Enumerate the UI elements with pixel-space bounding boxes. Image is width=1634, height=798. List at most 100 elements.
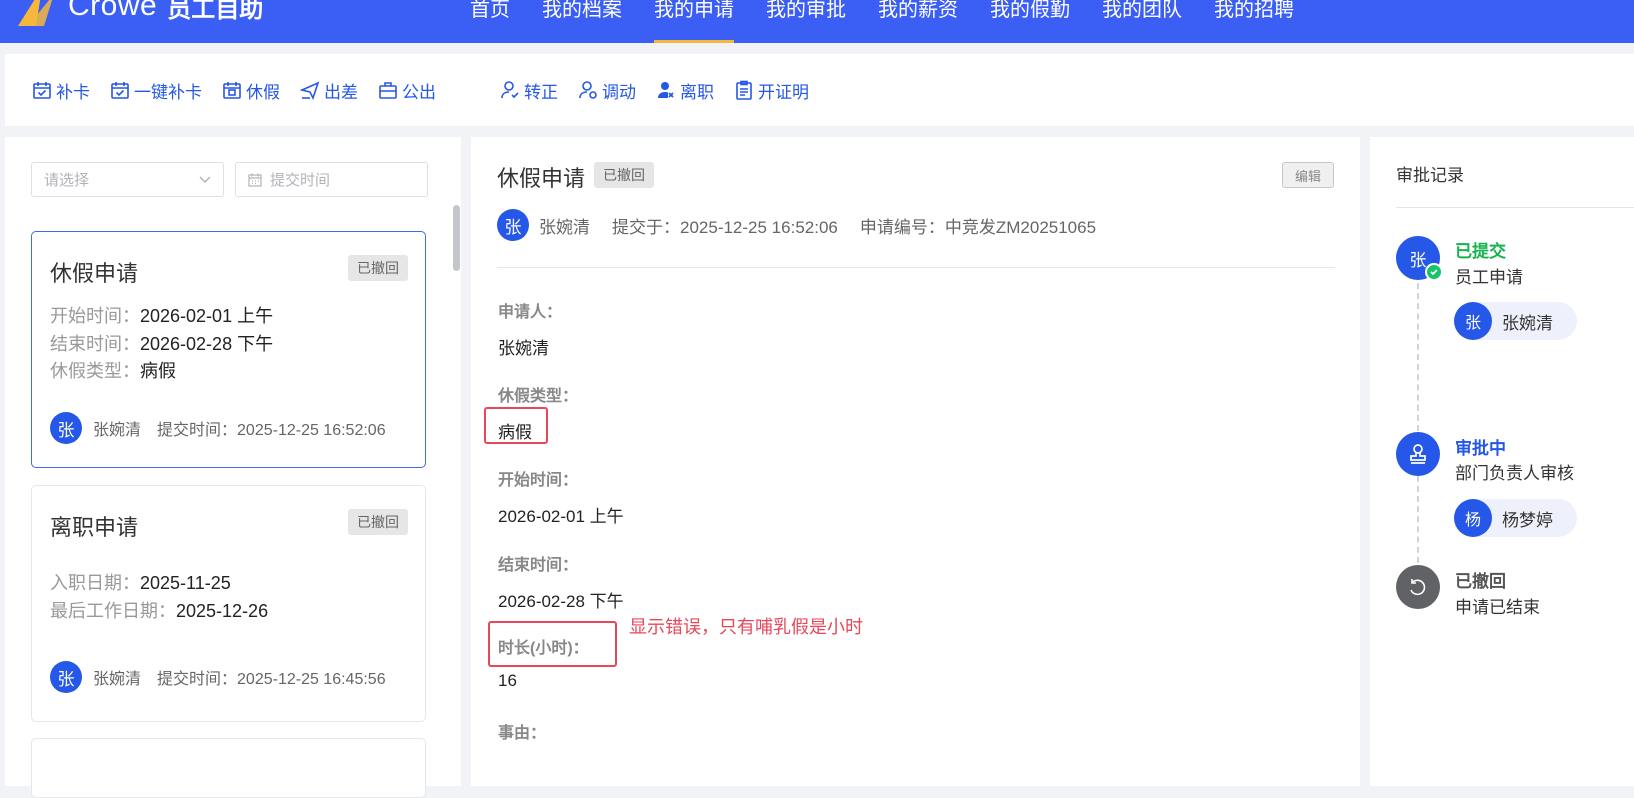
- field-value-duration: 16: [498, 671, 517, 690]
- application-code: 申请编号：中竞发ZM20251065: [859, 217, 1097, 237]
- step-desc: 部门负责人审核: [1455, 464, 1574, 483]
- application-card[interactable]: 离职申请 已撤回 入职日期：2025-11-25 最后工作日期：2025-12-…: [31, 485, 426, 722]
- highlight-box: [484, 407, 548, 444]
- step-status: 已提交: [1455, 242, 1506, 261]
- nav-profile[interactable]: 我的档案: [542, 0, 622, 43]
- top-nav-bar: Crowe 员工自助 首页 我的档案 我的申请 我的审批 我的薪资 我的假勤 我…: [0, 0, 1634, 43]
- quick-action-toolbar: 补卡 一键补卡 休假 出差 公出 转正 调动 离职 开证明: [5, 54, 1634, 126]
- step-status: 审批中: [1455, 439, 1506, 458]
- brand-name: Crowe: [68, 0, 158, 22]
- field-value-applicant: 张婉清: [498, 339, 549, 358]
- list-scrollbar[interactable]: [453, 205, 460, 271]
- logo[interactable]: Crowe 员工自助: [16, 0, 263, 26]
- stamp-icon: [1396, 432, 1440, 476]
- application-card[interactable]: [31, 738, 426, 798]
- clipboard-icon: [736, 80, 752, 100]
- submitted-at: 提交于：2025-12-25 16:52:06: [612, 217, 838, 237]
- application-card[interactable]: 休假申请 已撤回 开始时间：2026-02-01 上午 结束时间：2026-02…: [31, 231, 426, 468]
- field-label-applicant: 申请人：: [498, 304, 563, 321]
- nav-recruitment[interactable]: 我的招聘: [1214, 0, 1294, 43]
- calendar-check-icon: [111, 82, 129, 99]
- divider: [1396, 207, 1634, 208]
- step-status: 已撤回: [1455, 572, 1506, 591]
- field-label-reason: 事由：: [498, 725, 547, 742]
- field-label-end-time: 结束时间：: [498, 557, 579, 574]
- submit-time: 提交时间：2025-12-25 16:52:06: [157, 422, 386, 439]
- step-desc: 员工申请: [1455, 268, 1523, 287]
- date-placeholder: 提交时间: [270, 172, 331, 189]
- card-field: 结束时间：2026-02-28 下午: [50, 334, 274, 354]
- approval-record-panel: 审批记录 张 已提交 员工申请 张 张婉清 审批中 部门负责人审核 杨 杨梦婷 …: [1370, 137, 1634, 786]
- tool-punch-card[interactable]: 补卡: [32, 78, 90, 103]
- field-label-start-time: 开始时间：: [498, 472, 579, 489]
- application-detail-panel: 休假申请 已撤回 编辑 张 张婉清 提交于：2025-12-25 16:52:0…: [471, 137, 1360, 786]
- status-badge: 已撤回: [348, 509, 408, 535]
- plane-icon: [300, 81, 320, 100]
- avatar: 张: [50, 412, 82, 444]
- card-footer: 张 张婉清 提交时间：2025-12-25 16:52:06: [50, 412, 386, 444]
- nav-my-applications[interactable]: 我的申请: [654, 0, 734, 43]
- tool-one-click-punch[interactable]: 一键补卡: [110, 78, 202, 103]
- applicant-name: 张婉清: [539, 217, 590, 237]
- avatar: 张: [497, 209, 529, 241]
- calendar-icon: [248, 173, 262, 187]
- step-desc: 申请已结束: [1455, 598, 1540, 617]
- detail-meta: 张 张婉清 提交于：2025-12-25 16:52:06 申请编号：中竞发ZM…: [497, 209, 1096, 241]
- applicant-name: 张婉清: [93, 422, 142, 439]
- card-title: 离职申请: [50, 515, 139, 540]
- approval-title: 审批记录: [1396, 166, 1464, 185]
- approver-name: 杨梦婷: [1502, 510, 1553, 530]
- avatar: 杨: [1454, 499, 1492, 537]
- chevron-down-icon: [199, 176, 211, 183]
- card-field: 休假类型：病假: [50, 361, 176, 381]
- tool-official-out[interactable]: 公出: [378, 78, 436, 103]
- avatar: 张: [50, 661, 82, 693]
- tool-business-trip[interactable]: 出差: [300, 78, 358, 103]
- tool-leave[interactable]: 休假: [222, 78, 280, 103]
- status-badge: 已撤回: [348, 255, 408, 281]
- card-footer: 张 张婉清 提交时间：2025-12-25 16:45:56: [50, 661, 386, 693]
- field-value-start-time: 2026-02-01 上午: [498, 507, 624, 526]
- approver-pill: 张 张婉清: [1454, 302, 1577, 340]
- nav-attendance[interactable]: 我的假勤: [990, 0, 1070, 43]
- tool-regularization[interactable]: 转正: [500, 78, 558, 103]
- card-field: 入职日期：2025-11-25: [50, 573, 231, 593]
- avatar: 张: [1454, 302, 1492, 340]
- submit-time: 提交时间：2025-12-25 16:45:56: [157, 671, 386, 688]
- nav-my-approvals[interactable]: 我的审批: [766, 0, 846, 43]
- tool-label: 调动: [602, 82, 636, 102]
- tool-certificate[interactable]: 开证明: [734, 78, 809, 103]
- edit-button[interactable]: 编辑: [1282, 162, 1334, 188]
- check-icon: [1425, 263, 1443, 281]
- timeline-line: [1417, 283, 1419, 573]
- product-name: 员工自助: [167, 0, 264, 23]
- user-check-icon: [501, 81, 519, 99]
- applicant-name: 张婉清: [93, 671, 142, 688]
- approver-name: 张婉清: [1502, 313, 1553, 333]
- nav-home[interactable]: 首页: [470, 0, 510, 43]
- tool-label: 转正: [524, 82, 558, 102]
- tool-resignation[interactable]: 离职: [656, 78, 714, 103]
- card-field: 开始时间：2026-02-01 上午: [50, 306, 274, 326]
- field-label-leave-type: 休假类型：: [498, 388, 579, 405]
- nav-team[interactable]: 我的团队: [1102, 0, 1182, 43]
- tool-label: 出差: [324, 82, 358, 102]
- submit-date-picker[interactable]: 提交时间: [235, 162, 428, 197]
- user-remove-icon: [658, 82, 674, 98]
- error-annotation: 显示错误，只有哺乳假是小时: [629, 617, 863, 637]
- tool-label: 公出: [402, 82, 436, 102]
- application-list-panel: 请选择 提交时间 休假申请 已撤回 开始时间：2026-02-01 上午 结束时…: [5, 137, 461, 798]
- calendar-check-icon: [33, 82, 51, 99]
- tool-transfer[interactable]: 调动: [578, 78, 636, 103]
- card-field: 最后工作日期：2025-12-26: [50, 601, 269, 621]
- divider: [497, 267, 1335, 268]
- status-badge: 已撤回: [594, 162, 654, 188]
- field-value-end-time: 2026-02-28 下午: [498, 592, 624, 611]
- nav-salary[interactable]: 我的薪资: [878, 0, 958, 43]
- user-transfer-icon: [579, 81, 597, 99]
- type-select-placeholder: 请选择: [44, 172, 90, 189]
- type-select[interactable]: 请选择: [31, 162, 224, 197]
- undo-icon: [1396, 565, 1440, 609]
- approver-pill: 杨 杨梦婷: [1454, 499, 1577, 537]
- detail-title: 休假申请: [497, 166, 586, 191]
